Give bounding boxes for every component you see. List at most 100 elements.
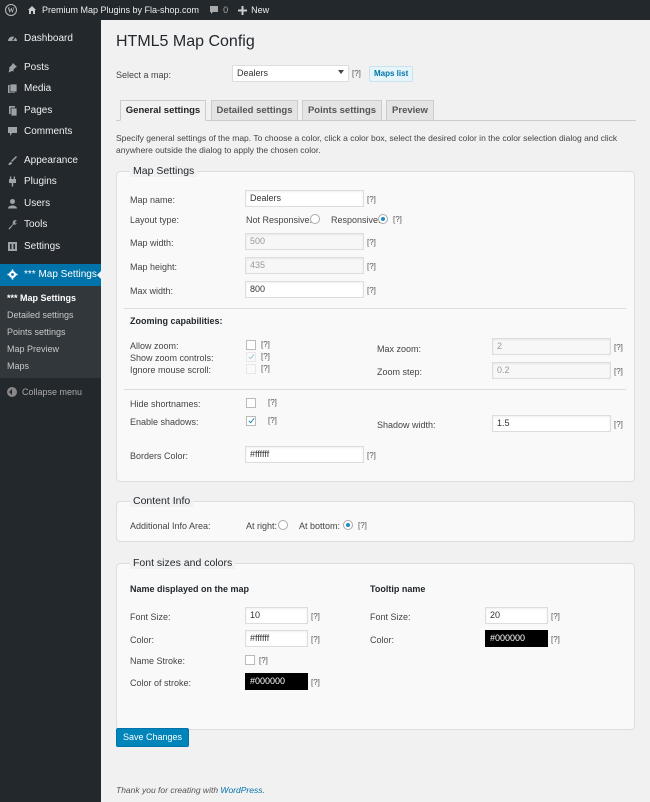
plus-icon [238,5,248,15]
divider [124,308,626,309]
sidebar-item-posts[interactable]: Posts [0,57,101,79]
max-width-input[interactable]: 800 [245,281,364,298]
name-stroke-help[interactable]: [?] [259,656,268,665]
sidebar-item-pages[interactable]: Pages [0,100,101,122]
shadow-width-input[interactable]: 1.5 [492,415,611,432]
not-responsive-radio[interactable] [310,214,320,224]
responsive-radio[interactable] [378,214,388,224]
tooltip-font-size-input[interactable]: 20 [485,607,548,624]
map-width-help[interactable]: [?] [367,238,376,247]
comments-link[interactable]: 0 [204,0,233,20]
svg-text:W: W [8,7,15,15]
layout-type-help[interactable]: [?] [393,215,402,224]
allow-zoom-checkbox[interactable] [246,340,256,350]
tab-points-settings[interactable]: Points settings [302,100,382,121]
name-font-size-input[interactable]: 10 [245,607,308,624]
borders-color-help[interactable]: [?] [367,451,376,460]
sidebar-item-settings[interactable]: Settings [0,236,101,258]
wordpress-link[interactable]: WordPress [220,785,262,795]
stroke-color-help[interactable]: [?] [311,678,320,687]
font-sizes-legend: Font sizes and colors [130,557,236,569]
wordpress-logo-icon[interactable]: W [0,0,22,20]
collapse-menu-button[interactable]: Collapse menu [0,382,101,402]
collapse-arrow-icon [7,387,17,398]
new-content-link[interactable]: New [233,0,274,20]
name-font-size-label: Font Size: [130,612,171,622]
settings-tabs: General settings Detailed settings Point… [116,100,636,121]
tab-preview[interactable]: Preview [386,100,434,121]
zooming-heading: Zooming capabilities: [130,316,223,326]
dashboard-icon [8,36,17,42]
ignore-mouse-scroll-checkbox[interactable] [246,364,256,374]
map-height-help[interactable]: [?] [367,262,376,271]
enable-shadows-help[interactable]: [?] [268,416,277,425]
select-map-help[interactable]: [?] [352,69,361,78]
sidebar-item-map-settings[interactable]: *** Map Settings [0,264,102,286]
maps-list-button[interactable]: Maps list [369,66,414,82]
submenu-item-detailed-settings[interactable]: Detailed settings [0,307,101,324]
submenu-item-map-settings[interactable]: *** Map Settings [0,290,101,307]
sidebar-item-dashboard[interactable]: Dashboard [0,28,101,50]
name-font-size-help[interactable]: [?] [311,612,320,621]
sidebar-item-users[interactable]: Users [0,193,101,215]
max-width-help[interactable]: [?] [367,286,376,295]
hide-shortnames-checkbox[interactable] [246,398,256,408]
user-icon [8,198,17,209]
hide-shortnames-help[interactable]: [?] [268,398,277,407]
sidebar-item-media[interactable]: Media [0,78,101,100]
zoom-step-help[interactable]: [?] [614,367,623,376]
map-width-input[interactable]: 500 [245,233,364,250]
map-name-input[interactable]: Dealers [245,190,364,207]
tooltip-color-input[interactable]: #000000 [485,630,548,647]
submenu-item-points-settings[interactable]: Points settings [0,324,101,341]
plug-icon [9,176,16,187]
chevron-down-icon [338,70,344,74]
allow-zoom-help[interactable]: [?] [261,340,270,349]
tab-general-settings[interactable]: General settings [120,100,206,121]
at-bottom-radio[interactable] [343,520,353,530]
not-responsive-label: Not Responsive: [246,215,313,225]
site-name-link[interactable]: Premium Map Plugins by Fla-shop.com [22,0,204,20]
show-zoom-controls-checkbox[interactable] [246,352,256,362]
radio-dot [381,217,385,221]
sidebar-item-plugins[interactable]: Plugins [0,171,101,193]
additional-info-label: Additional Info Area: [130,521,211,531]
submenu-item-map-preview[interactable]: Map Preview [0,341,101,358]
tooltip-font-size-help[interactable]: [?] [551,612,560,621]
name-stroke-checkbox[interactable] [245,655,255,665]
tooltip-name-heading: Tooltip name [370,584,426,594]
map-name-help[interactable]: [?] [367,195,376,204]
map-height-input[interactable]: 435 [245,257,364,274]
save-changes-button[interactable]: Save Changes [116,728,190,747]
ignore-mouse-scroll-help[interactable]: [?] [261,364,270,373]
sidebar-item-tools[interactable]: Tools [0,214,101,236]
shadow-width-help[interactable]: [?] [614,420,623,429]
at-bottom-label: At bottom: [299,521,341,531]
borders-color-input[interactable]: #ffffff [245,446,364,463]
name-color-input[interactable]: #ffffff [245,630,308,647]
content-info-legend: Content Info [130,495,194,507]
zoom-step-input[interactable]: 0.2 [492,362,611,379]
max-zoom-help[interactable]: [?] [614,343,623,352]
comment-icon [210,6,219,14]
sidebar-item-appearance[interactable]: Appearance [0,150,101,172]
submenu-item-maps[interactable]: Maps [0,358,101,375]
additional-info-help[interactable]: [?] [358,521,367,530]
ignore-mouse-scroll-label: Ignore mouse scroll: [130,365,212,375]
select-map-dropdown[interactable]: Dealers [232,65,349,82]
at-right-radio[interactable] [278,520,288,530]
max-zoom-input[interactable]: 2 [492,338,611,355]
show-zoom-controls-help[interactable]: [?] [261,352,270,361]
enable-shadows-label: Enable shadows: [130,417,199,427]
enable-shadows-checkbox[interactable] [246,416,256,426]
stroke-color-input[interactable]: #000000 [245,673,308,690]
tab-detailed-settings[interactable]: Detailed settings [211,100,298,121]
new-label: New [251,5,270,15]
tooltip-font-size-label: Font Size: [370,612,411,622]
map-width-label: Map width: [130,238,174,248]
name-color-help[interactable]: [?] [311,635,320,644]
tooltip-color-help[interactable]: [?] [551,635,560,644]
sidebar-item-comments[interactable]: Comments [0,121,101,143]
settings-description: Specify general settings of the map. To … [116,133,618,155]
show-zoom-controls-label: Show zoom controls: [130,353,214,363]
